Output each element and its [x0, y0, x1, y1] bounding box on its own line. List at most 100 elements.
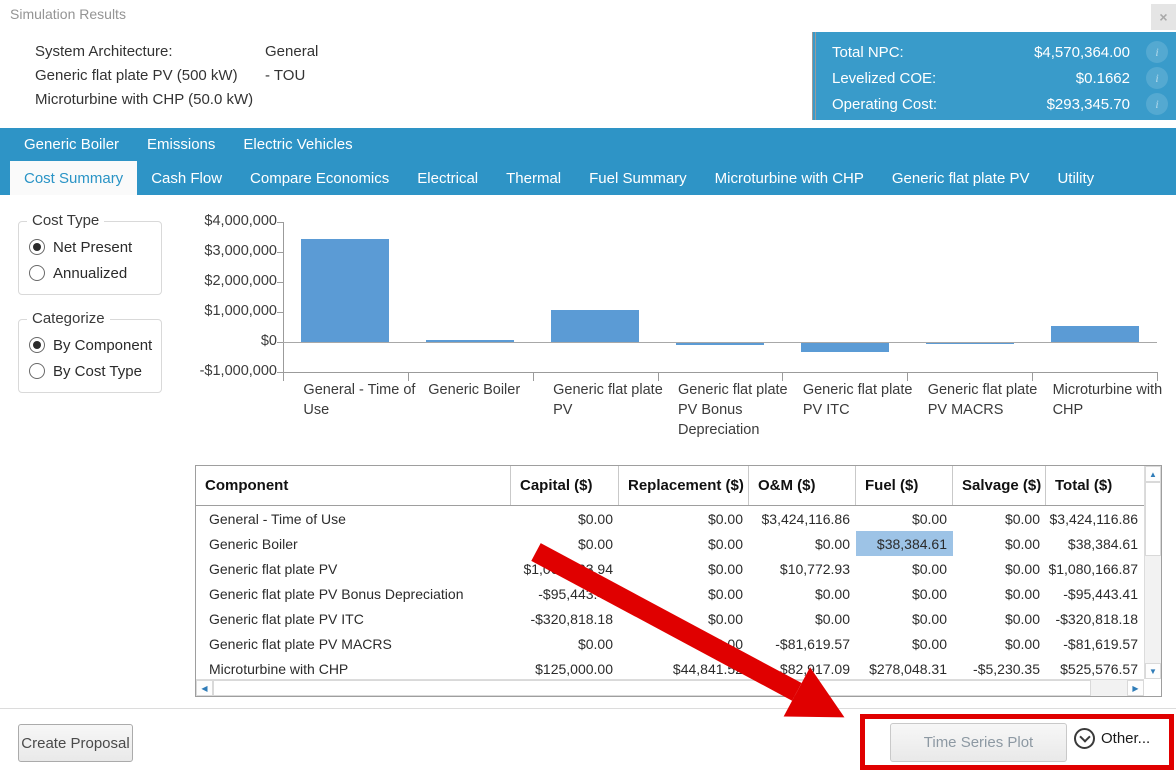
column-header-salvage[interactable]: Salvage ($) [953, 466, 1046, 505]
value-cell: $0.00 [856, 581, 953, 606]
system-architecture-block: System Architecture: General - TOU Gener… [35, 40, 253, 112]
column-header-fuel[interactable]: Fuel ($) [856, 466, 953, 505]
tab-generic-boiler[interactable]: Generic Boiler [10, 128, 133, 161]
scroll-right-icon[interactable]: ▶ [1127, 680, 1144, 696]
table-row-generic-flat-plate-pv-bonus-depreciation[interactable]: Generic flat plate PV Bonus Depreciation… [196, 581, 1161, 606]
cost-summary-table: ComponentCapital ($)Replacement ($)O&M (… [195, 465, 1162, 697]
y-axis-tick [277, 282, 283, 283]
tab-thermal[interactable]: Thermal [492, 161, 575, 195]
info-icon[interactable]: i [1146, 41, 1168, 63]
value-cell: $0.00 [953, 581, 1046, 606]
tab-electric-vehicles[interactable]: Electric Vehicles [229, 128, 366, 161]
tab-cost-summary[interactable]: Cost Summary [10, 161, 137, 195]
system-component-pv: Generic flat plate PV (500 kW) [35, 64, 253, 88]
system-architecture-value: General - TOU [265, 40, 318, 88]
table-row-microturbine-with-chp[interactable]: Microturbine with CHP$125,000.00$44,841.… [196, 656, 1161, 681]
tab-fuel-summary[interactable]: Fuel Summary [575, 161, 701, 195]
radio-button[interactable] [29, 363, 45, 379]
value-cell: $0.00 [511, 531, 619, 556]
table-row-generic-flat-plate-pv-macrs[interactable]: Generic flat plate PV MACRS$0.00$0.00-$8… [196, 631, 1161, 656]
tab-compare-economics[interactable]: Compare Economics [236, 161, 403, 195]
value-cell: $525,576.57 [1046, 656, 1144, 681]
tab-utility[interactable]: Utility [1043, 161, 1108, 195]
value-cell: $82,917.09 [749, 656, 856, 681]
x-axis-tick [907, 372, 908, 381]
x-axis-label-generic-flat-plate-pv-bonus-depreciation: Generic flat plate PV Bonus Depreciation [678, 380, 796, 440]
radio-label: Annualized [53, 265, 127, 282]
table-row-generic-boiler[interactable]: Generic Boiler$0.00$0.00$0.00$38,384.61$… [196, 531, 1161, 556]
value-cell: $1,069,393.94 [511, 556, 619, 581]
scroll-down-icon[interactable]: ▼ [1145, 663, 1161, 679]
info-icon[interactable]: i [1146, 93, 1168, 115]
x-axis-tick [1032, 372, 1033, 381]
y-axis-label: $3,000,000 [167, 243, 277, 259]
value-cell: -$95,443.41 [511, 581, 619, 606]
scroll-left-icon[interactable]: ◀ [196, 680, 213, 696]
column-header-total[interactable]: Total ($) [1046, 466, 1144, 505]
tab-microturbine-with-chp[interactable]: Microturbine with CHP [701, 161, 878, 195]
column-header-component[interactable]: Component [196, 466, 511, 505]
bar-generic-flat-plate-pv [551, 310, 639, 342]
bar-generic-flat-plate-pv-bonus-depreciation [676, 342, 764, 345]
system-architecture-label: System Architecture: [35, 43, 173, 60]
metric-row-operating-cost: Operating Cost:$293,345.70i [816, 91, 1176, 117]
x-axis-tick [1157, 372, 1158, 381]
close-icon[interactable]: × [1151, 4, 1176, 30]
table-row-generic-flat-plate-pv[interactable]: Generic flat plate PV$1,069,393.94$0.00$… [196, 556, 1161, 581]
value-cell: $10,772.93 [749, 556, 856, 581]
radio-option-annualized[interactable]: Annualized [29, 260, 161, 286]
create-proposal-button[interactable]: Create Proposal [18, 724, 133, 762]
x-axis-label-generic-flat-plate-pv: Generic flat plate PV [553, 380, 671, 420]
value-cell: $3,424,116.86 [1046, 506, 1144, 531]
component-cell: Generic flat plate PV ITC [196, 606, 511, 631]
bar-generic-boiler [426, 340, 514, 342]
horizontal-scroll-thumb[interactable] [213, 680, 1091, 696]
scroll-up-icon[interactable]: ▲ [1145, 466, 1161, 482]
radio-button[interactable] [29, 239, 45, 255]
value-cell: $0.00 [749, 581, 856, 606]
column-header-capital[interactable]: Capital ($) [511, 466, 619, 505]
table-header-row: ComponentCapital ($)Replacement ($)O&M (… [196, 466, 1161, 506]
y-axis-tick [277, 252, 283, 253]
x-axis-label-microturbine-with-chp: Microturbine with CHP [1053, 380, 1171, 420]
annotation-highlight-box [860, 714, 1174, 770]
tab-electrical[interactable]: Electrical [403, 161, 492, 195]
results-summary-panel: Total NPC:$4,570,364.00iLevelized COE:$0… [812, 32, 1176, 120]
radio-button[interactable] [29, 265, 45, 281]
tab-emissions[interactable]: Emissions [133, 128, 229, 161]
tab-generic-flat-plate-pv[interactable]: Generic flat plate PV [878, 161, 1044, 195]
radio-option-by-cost-type[interactable]: By Cost Type [29, 358, 161, 384]
x-axis-tick [533, 372, 534, 381]
horizontal-scrollbar[interactable]: ◀ ▶ [196, 679, 1144, 696]
value-cell: $0.00 [511, 506, 619, 531]
cost-type-legend: Cost Type [27, 212, 104, 229]
radio-label: By Cost Type [53, 363, 142, 380]
table-row-generic-flat-plate-pv-itc[interactable]: Generic flat plate PV ITC-$320,818.18$0.… [196, 606, 1161, 631]
table-row-general-time-of-use[interactable]: General - Time of Use$0.00$0.00$3,424,11… [196, 506, 1161, 531]
value-cell: $3,424,116.86 [749, 506, 856, 531]
radio-option-by-component[interactable]: By Component [29, 332, 161, 358]
value-cell: $0.00 [619, 581, 749, 606]
tab-cash-flow[interactable]: Cash Flow [137, 161, 236, 195]
categorize-groupbox: Categorize By ComponentBy Cost Type [18, 319, 162, 393]
info-icon[interactable]: i [1146, 67, 1168, 89]
radio-option-net-present[interactable]: Net Present [29, 234, 161, 260]
radio-button[interactable] [29, 337, 45, 353]
column-header-replacement[interactable]: Replacement ($) [619, 466, 749, 505]
vertical-scroll-thumb[interactable] [1145, 482, 1161, 556]
value-cell: -$320,818.18 [511, 606, 619, 631]
scrollbar-corner [1144, 679, 1161, 696]
window-title: Simulation Results [10, 6, 126, 22]
value-cell: $0.00 [856, 631, 953, 656]
value-cell: $0.00 [749, 606, 856, 631]
component-cell: Microturbine with CHP [196, 656, 511, 681]
metric-value: $293,345.70 [1047, 96, 1130, 113]
value-cell: $0.00 [619, 631, 749, 656]
categorize-legend: Categorize [27, 310, 110, 327]
value-cell: $0.00 [619, 606, 749, 631]
value-cell: $38,384.61 [856, 531, 953, 556]
tab-bar: Generic BoilerEmissionsElectric Vehicles… [0, 128, 1176, 195]
value-cell: $1,080,166.87 [1046, 556, 1144, 581]
column-header-o-m[interactable]: O&M ($) [749, 466, 856, 505]
vertical-scrollbar[interactable]: ▲ ▼ [1144, 466, 1161, 679]
